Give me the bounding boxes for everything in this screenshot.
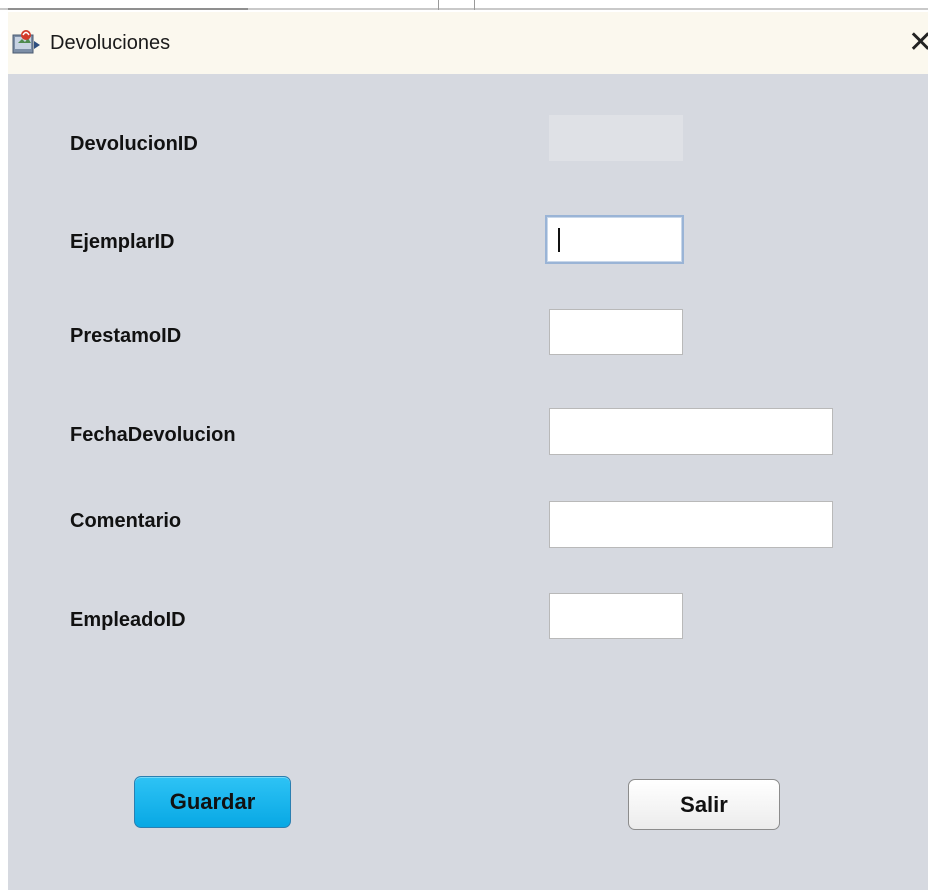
- ejemplar-id-label: EjemplarID: [70, 231, 175, 253]
- prestamo-id-label: PrestamoID: [70, 325, 182, 347]
- comentario-label: Comentario: [70, 510, 182, 532]
- comentario-field[interactable]: [549, 501, 833, 548]
- close-button[interactable]: ✕: [908, 25, 928, 61]
- devolucion-id-label: DevolucionID: [70, 133, 198, 155]
- devolucion-id-field: [549, 115, 683, 161]
- title-bar[interactable]: Devoluciones ✕: [8, 12, 928, 74]
- background-window-divider: [8, 8, 248, 10]
- text-caret: [558, 228, 560, 252]
- close-icon: ✕: [908, 25, 928, 60]
- background-window-divider: [438, 0, 439, 10]
- salir-button[interactable]: Salir: [628, 779, 780, 830]
- fecha-devolucion-label: FechaDevolucion: [70, 424, 236, 446]
- java-cup-icon: [12, 30, 40, 54]
- guardar-button[interactable]: Guardar: [134, 776, 291, 828]
- fecha-devolucion-field[interactable]: [549, 408, 833, 455]
- background-window-divider: [474, 0, 475, 10]
- window-title: Devoluciones: [50, 32, 171, 54]
- empleado-id-field[interactable]: [549, 593, 683, 639]
- prestamo-id-field[interactable]: [549, 309, 683, 355]
- empleado-id-label: EmpleadoID: [70, 609, 186, 631]
- ejemplar-id-field[interactable]: [545, 215, 684, 264]
- devoluciones-dialog: Devoluciones ✕ DevolucionID EjemplarID P…: [8, 12, 928, 890]
- background-window-edge: [0, 0, 928, 12]
